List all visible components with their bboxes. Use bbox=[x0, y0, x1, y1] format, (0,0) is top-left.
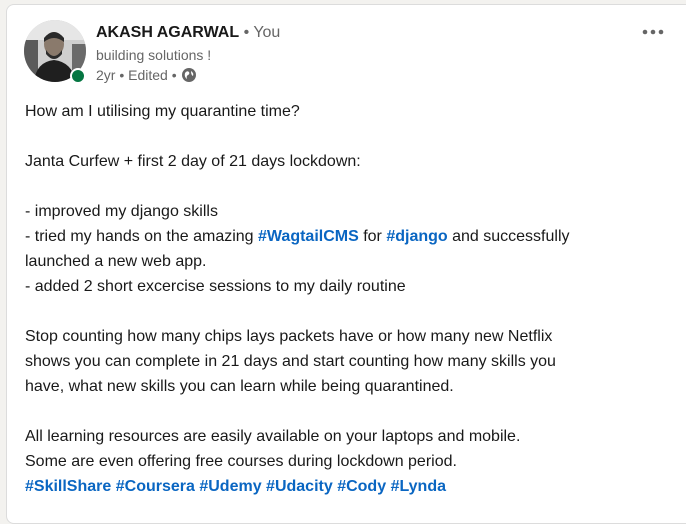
post-timestamp: 2yr • Edited • bbox=[96, 67, 177, 83]
post-card: AKASH AGARWAL • You building solutions !… bbox=[6, 4, 686, 524]
hashtag-link[interactable]: #WagtailCMS bbox=[258, 228, 359, 245]
post-bullet: - tried my hands on the amazing #Wagtail… bbox=[25, 224, 675, 249]
post-line: All learning resources are easily availa… bbox=[25, 428, 521, 445]
more-options-button[interactable] bbox=[635, 20, 671, 44]
more-horizontal-icon bbox=[642, 29, 664, 35]
post-text: for bbox=[358, 228, 387, 245]
post-header: AKASH AGARWAL • You building solutions !… bbox=[24, 20, 675, 90]
hashtag-row: #SkillShare #Coursera #Udemy #Udacity #C… bbox=[25, 474, 675, 499]
online-status-dot bbox=[70, 68, 86, 84]
post-line: Some are even offering free courses duri… bbox=[25, 453, 457, 470]
post-bullet: - added 2 short excercise sessions to my… bbox=[25, 278, 406, 295]
hashtag-link[interactable]: #Udacity bbox=[266, 478, 333, 495]
post-text: and successfully bbox=[447, 228, 570, 245]
author-name-line: AKASH AGARWAL • You bbox=[96, 22, 675, 44]
hashtag-link[interactable]: #Lynda bbox=[391, 478, 446, 495]
connection-degree: • You bbox=[243, 24, 281, 41]
hashtag-link[interactable]: #Cody bbox=[337, 478, 386, 495]
post-line: Janta Curfew + first 2 day of 21 days lo… bbox=[25, 153, 361, 170]
post-line: launched a new web app. bbox=[25, 253, 207, 270]
post-text: - tried my hands on the amazing bbox=[25, 228, 259, 245]
hashtag-link[interactable]: #SkillShare bbox=[25, 478, 111, 495]
hashtag-link[interactable]: #django bbox=[386, 228, 447, 245]
post-line: have, what new skills you can learn whil… bbox=[25, 378, 454, 395]
author-headline: building solutions ! bbox=[96, 47, 212, 63]
post-bullet: - improved my django skills bbox=[25, 203, 218, 220]
post-line: How am I utilising my quarantine time? bbox=[25, 103, 300, 120]
post-line: Stop counting how many chips lays packet… bbox=[25, 328, 553, 345]
hashtag-link[interactable]: #Udemy bbox=[199, 478, 261, 495]
post-timestamp-line: 2yr • Edited • bbox=[96, 65, 675, 85]
hashtag-link[interactable]: #Coursera bbox=[116, 478, 195, 495]
globe-icon bbox=[181, 67, 197, 83]
post-line: shows you can complete in 21 days and st… bbox=[25, 353, 556, 370]
post-body: How am I utilising my quarantine time? J… bbox=[25, 99, 675, 499]
author-name[interactable]: AKASH AGARWAL bbox=[96, 24, 239, 41]
author-meta: AKASH AGARWAL • You building solutions !… bbox=[96, 22, 675, 85]
